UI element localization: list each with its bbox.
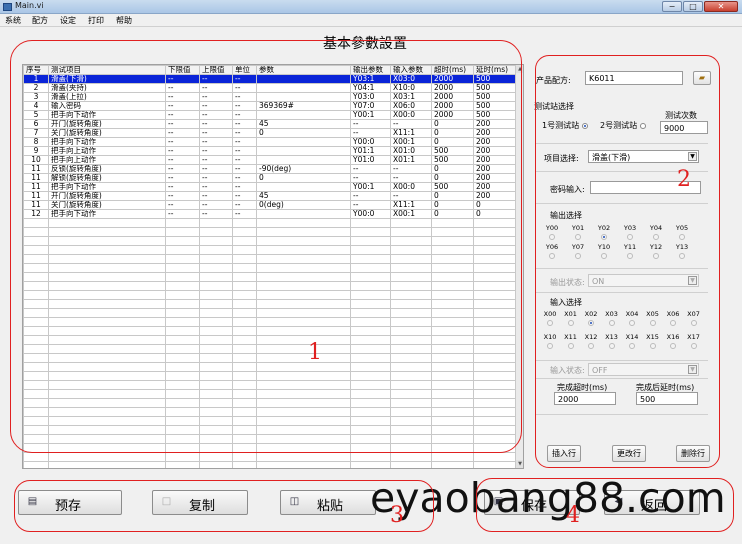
table-cell (473, 452, 517, 462)
table-cell (165, 461, 200, 468)
menu-settings[interactable]: 设定 (60, 15, 76, 26)
table-cell (431, 461, 474, 468)
annotation-number-1: 1 (308, 340, 322, 365)
table-row-empty[interactable] (23, 461, 517, 468)
table-cell (232, 452, 257, 462)
table-cell (390, 452, 432, 462)
table-cell (23, 461, 49, 468)
scroll-down-icon[interactable]: ▼ (516, 460, 523, 468)
annotation-number-2: 2 (677, 167, 691, 192)
table-cell (431, 452, 474, 462)
menu-recipe[interactable]: 配方 (32, 15, 48, 26)
title-bar: Main.vi − □ ✕ (0, 0, 742, 14)
table-cell (199, 452, 233, 462)
table-cell (232, 461, 257, 468)
menu-print[interactable]: 打印 (88, 15, 104, 26)
table-row-empty[interactable] (23, 452, 517, 462)
table-cell (473, 461, 517, 468)
table-cell (165, 452, 200, 462)
table-cell (256, 452, 351, 462)
close-button[interactable]: ✕ (704, 1, 738, 12)
annotation-box-bottom-right (476, 478, 734, 532)
app-icon (3, 3, 12, 11)
annotation-box-bottom-left (14, 480, 434, 532)
table-cell (350, 461, 391, 468)
menu-system[interactable]: 系统 (5, 15, 21, 26)
table-cell (199, 461, 233, 468)
table-cell (256, 461, 351, 468)
maximize-button[interactable]: □ (683, 1, 703, 12)
table-cell (390, 461, 432, 468)
annotation-box-table (10, 40, 522, 453)
annotation-number-4: 4 (566, 503, 580, 528)
menu-help[interactable]: 帮助 (116, 15, 132, 26)
minimize-button[interactable]: − (662, 1, 682, 12)
window-title: Main.vi (15, 1, 44, 10)
table-cell (350, 452, 391, 462)
table-cell (48, 461, 166, 468)
annotation-box-panel (535, 55, 720, 468)
table-cell (23, 452, 49, 462)
annotation-number-3: 3 (390, 503, 404, 528)
table-cell (48, 452, 166, 462)
menu-bar: 系统 配方 设定 打印 帮助 (0, 14, 742, 27)
